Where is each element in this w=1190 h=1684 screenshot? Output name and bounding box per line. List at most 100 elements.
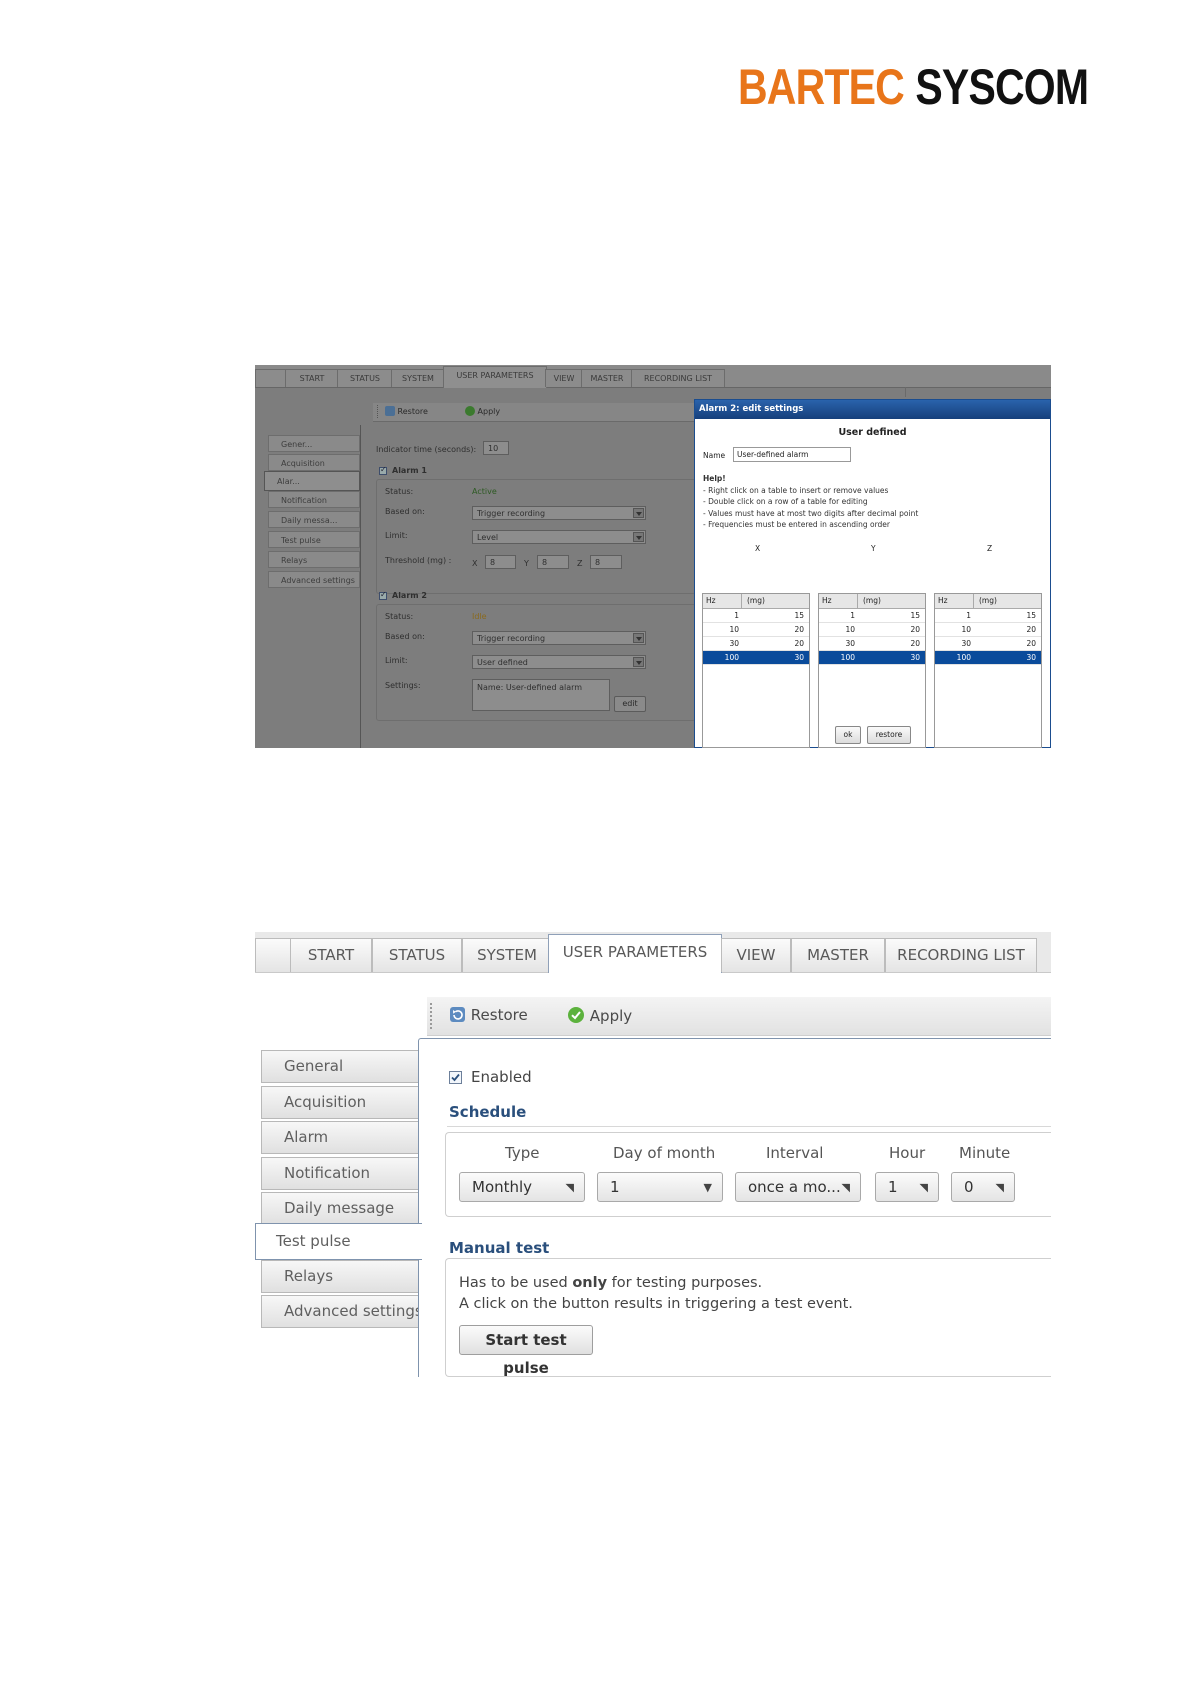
type-select[interactable]: Monthly ◥ <box>459 1172 585 1202</box>
table-row[interactable]: 100 30 <box>703 651 809 665</box>
nav-relays[interactable]: Relays <box>268 551 360 568</box>
nav-advanced-settings[interactable]: Advanced settings <box>268 571 360 588</box>
edit-button[interactable]: edit <box>614 696 646 712</box>
nav-daily-message[interactable]: Daily messa... <box>268 511 360 528</box>
manual-test-title: Manual test <box>449 1239 550 1257</box>
tab-status[interactable]: STATUS <box>372 938 462 972</box>
day-of-month-select[interactable]: 1 ▼ <box>597 1172 723 1202</box>
enabled-checkbox[interactable] <box>449 1071 462 1084</box>
restore-button[interactable]: Restore <box>449 1006 528 1024</box>
dialog-restore-button[interactable]: restore <box>867 726 911 744</box>
indicator-input[interactable]: 10 <box>483 441 509 455</box>
minute-select[interactable]: 0 ◥ <box>951 1172 1015 1202</box>
nav-general[interactable]: General <box>261 1050 425 1083</box>
alarm2-limit-select[interactable]: User defined <box>472 655 646 669</box>
tab-view[interactable]: VIEW <box>721 938 791 972</box>
tab-master[interactable]: MASTER <box>581 369 633 387</box>
mg-cell: 30 <box>794 653 804 662</box>
apply-button[interactable]: Apply <box>465 406 500 416</box>
table-row[interactable]: 10 20 <box>935 623 1041 637</box>
start-test-pulse-button[interactable]: Start test pulse <box>459 1325 593 1377</box>
tab-system[interactable]: SYSTEM <box>391 369 445 387</box>
schedule-title: Schedule <box>449 1103 527 1121</box>
threshold-x-input[interactable]: 8 <box>485 555 516 569</box>
type-value: Monthly <box>472 1178 533 1196</box>
table-row[interactable]: 1 15 <box>703 609 809 623</box>
alarm1-limit-select[interactable]: Level <box>472 530 646 544</box>
table-row[interactable]: 100 30 <box>819 651 925 665</box>
table-row[interactable]: 30 20 <box>703 637 809 651</box>
nav-notification[interactable]: Notification <box>268 491 360 508</box>
help-line-2: - Double click on a row of a table for e… <box>703 497 868 506</box>
alarm1-based-value: Trigger recording <box>477 509 546 518</box>
tab-status[interactable]: STATUS <box>337 369 393 387</box>
alarm2-title: Alarm 2 <box>392 591 427 600</box>
threshold-y-input[interactable]: 8 <box>537 555 569 569</box>
ok-button[interactable]: ok <box>835 726 861 744</box>
apply-check-icon <box>568 1007 584 1023</box>
table-row[interactable]: 100 30 <box>935 651 1041 665</box>
tab-start[interactable]: START <box>285 369 339 387</box>
tab-user-parameters[interactable]: USER PARAMETERS <box>548 934 722 973</box>
nav-alarm[interactable]: Alar... <box>264 471 360 491</box>
dropdown-arrow-icon: ◥ <box>995 1181 1004 1194</box>
hz-cell: 100 <box>840 653 855 662</box>
nav-relays[interactable]: Relays <box>261 1260 425 1293</box>
nav-acquisition[interactable]: Acquisition <box>268 454 360 471</box>
hz-cell: 1 <box>734 611 739 620</box>
alarm1-checkbox[interactable] <box>379 465 387 475</box>
alarm2-checkbox[interactable] <box>379 590 387 600</box>
table-z[interactable]: Hz (mg) 1 15 10 20 30 20 100 30 <box>934 593 1042 748</box>
apply-button[interactable]: Apply <box>567 1006 632 1025</box>
nav-test-pulse[interactable]: Test pulse <box>268 531 360 548</box>
name-input[interactable]: User-defined alarm <box>733 447 851 462</box>
table-y[interactable]: Hz (mg) 1 15 10 20 30 20 100 30 <box>818 593 926 748</box>
tab-recording-list[interactable]: RECORDING LIST <box>885 938 1037 972</box>
alarm1-status-value: Active <box>472 487 497 496</box>
tab-master[interactable]: MASTER <box>791 938 885 972</box>
alarm2-based-select[interactable]: Trigger recording <box>472 631 646 645</box>
table-row[interactable]: 10 20 <box>703 623 809 637</box>
logo-part-syscom: SYSCOM <box>915 59 1089 115</box>
panel-border <box>360 425 361 748</box>
tab-recording-list[interactable]: RECORDING LIST <box>631 369 725 387</box>
table-row[interactable]: 30 20 <box>819 637 925 651</box>
nav-notification[interactable]: Notification <box>261 1157 425 1190</box>
chevron-down-icon <box>633 508 644 518</box>
nav-advanced-settings[interactable]: Advanced settings <box>261 1295 425 1328</box>
mg-cell: 30 <box>910 653 920 662</box>
threshold-z-input[interactable]: 8 <box>590 555 622 569</box>
tab-system[interactable]: SYSTEM <box>462 938 552 972</box>
chevron-down-icon <box>633 657 644 667</box>
table-x[interactable]: Hz (mg) 1 15 10 20 30 20 100 30 <box>702 593 810 748</box>
nav-acquisition[interactable]: Acquisition <box>261 1086 425 1119</box>
hour-select[interactable]: 1 ◥ <box>875 1172 939 1202</box>
nav-general[interactable]: Gener... <box>268 435 360 452</box>
alarm1-based-select[interactable]: Trigger recording <box>472 506 646 520</box>
help-text: Help! - Right click on a table to insert… <box>703 473 918 531</box>
restore-label: Restore <box>470 1006 528 1024</box>
table-row[interactable]: 30 20 <box>935 637 1041 651</box>
tab-blank[interactable] <box>255 369 287 387</box>
hz-cell: 10 <box>845 625 855 634</box>
indicator-label: Indicator time (seconds): <box>376 445 477 454</box>
nav-test-pulse[interactable]: Test pulse <box>255 1223 422 1260</box>
restore-icon <box>385 406 395 416</box>
tab-user-parameters[interactable]: USER PARAMETERS <box>443 366 547 388</box>
threshold-y-label: Y <box>524 559 529 568</box>
tab-start[interactable]: START <box>290 938 372 972</box>
schedule-divider <box>447 1126 1051 1127</box>
table-row[interactable]: 1 15 <box>819 609 925 623</box>
interval-select[interactable]: once a mo... ◥ <box>735 1172 861 1202</box>
tab-view[interactable]: VIEW <box>545 369 583 387</box>
hz-cell: 30 <box>729 639 739 648</box>
alarm2-settings-label: Settings: <box>385 681 421 690</box>
restore-button[interactable]: Restore <box>385 406 428 416</box>
tab-blank[interactable] <box>255 938 291 972</box>
nav-daily-message[interactable]: Daily message <box>261 1192 425 1225</box>
hz-cell: 1 <box>966 611 971 620</box>
table-row[interactable]: 1 15 <box>935 609 1041 623</box>
help-line-1: - Right click on a table to insert or re… <box>703 485 889 495</box>
nav-alarm[interactable]: Alarm <box>261 1121 425 1154</box>
table-row[interactable]: 10 20 <box>819 623 925 637</box>
